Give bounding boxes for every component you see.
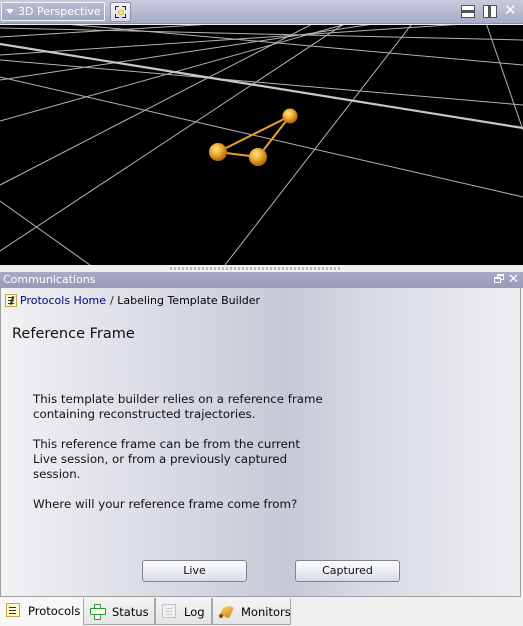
close-panel-icon[interactable]: ✕ [508, 272, 520, 288]
marker [209, 143, 227, 161]
tab-protocols[interactable]: Protocols [0, 597, 83, 626]
segment [217, 115, 291, 153]
marker [282, 108, 298, 124]
float-window-icon[interactable] [494, 274, 504, 284]
floor-grid [0, 25, 523, 265]
grid-axis-line [0, 42, 523, 130]
tab-log[interactable]: Log [155, 598, 212, 625]
tab-monitors[interactable]: Monitors [212, 598, 291, 625]
grid-line [224, 25, 412, 265]
marker [249, 148, 267, 166]
breadcrumb-separator: / [110, 294, 114, 307]
grid-line [0, 25, 312, 186]
triangle-down-icon [6, 9, 14, 14]
3d-scene [0, 25, 523, 265]
fit-to-view-button[interactable] [110, 2, 131, 22]
grid-line [0, 25, 344, 252]
protocol-content: Protocols Home / Labeling Template Builde… [0, 288, 521, 597]
communications-title: Communications [0, 272, 523, 288]
live-button[interactable]: Live [142, 560, 247, 582]
split-horizontal-icon[interactable] [461, 5, 475, 18]
breadcrumb: Protocols Home / Labeling Template Builde… [5, 294, 260, 308]
plus-icon [90, 604, 106, 620]
view-toolbar: 3D Perspective ✕ [0, 0, 523, 24]
question-paragraph: Where will your reference frame come fro… [33, 497, 298, 511]
log-icon [162, 604, 176, 618]
grid-line [0, 59, 523, 106]
bell-icon [219, 604, 233, 618]
tab-label: Protocols [28, 604, 81, 618]
split-vertical-icon[interactable] [483, 5, 497, 18]
splitter-grip-icon [170, 267, 340, 270]
grid-line [486, 25, 523, 131]
tab-label: Status [112, 605, 149, 619]
close-icon[interactable]: ✕ [504, 3, 518, 18]
description-paragraph: This reference frame can be from the cur… [33, 437, 300, 481]
pane-splitter[interactable] [0, 265, 523, 272]
grid-line [0, 25, 205, 38]
window-front-icon [494, 277, 501, 283]
page-title: Reference Frame [12, 326, 135, 342]
3d-viewport[interactable] [0, 25, 523, 265]
tab-label: Monitors [241, 605, 291, 619]
tab-status[interactable]: Status [83, 598, 155, 625]
bottom-tab-bar: Protocols Status Log Monitors [0, 597, 523, 626]
grid-line [0, 200, 91, 265]
description-paragraph: This template builder relies on a refere… [33, 392, 323, 421]
protocols-icon [6, 603, 20, 617]
markers [209, 108, 298, 166]
grid-line [0, 76, 523, 198]
fit-to-view-icon [118, 10, 124, 15]
breadcrumb-protocols-home[interactable]: Protocols Home [20, 294, 106, 307]
protocols-icon [5, 294, 17, 307]
breadcrumb-current: Labeling Template Builder [117, 294, 261, 307]
captured-button[interactable]: Captured [295, 560, 400, 582]
view-type-dropdown[interactable]: 3D Perspective [1, 2, 105, 21]
view-type-label: 3D Perspective [18, 5, 101, 18]
grid-line [0, 27, 523, 41]
tab-label: Log [184, 605, 205, 619]
